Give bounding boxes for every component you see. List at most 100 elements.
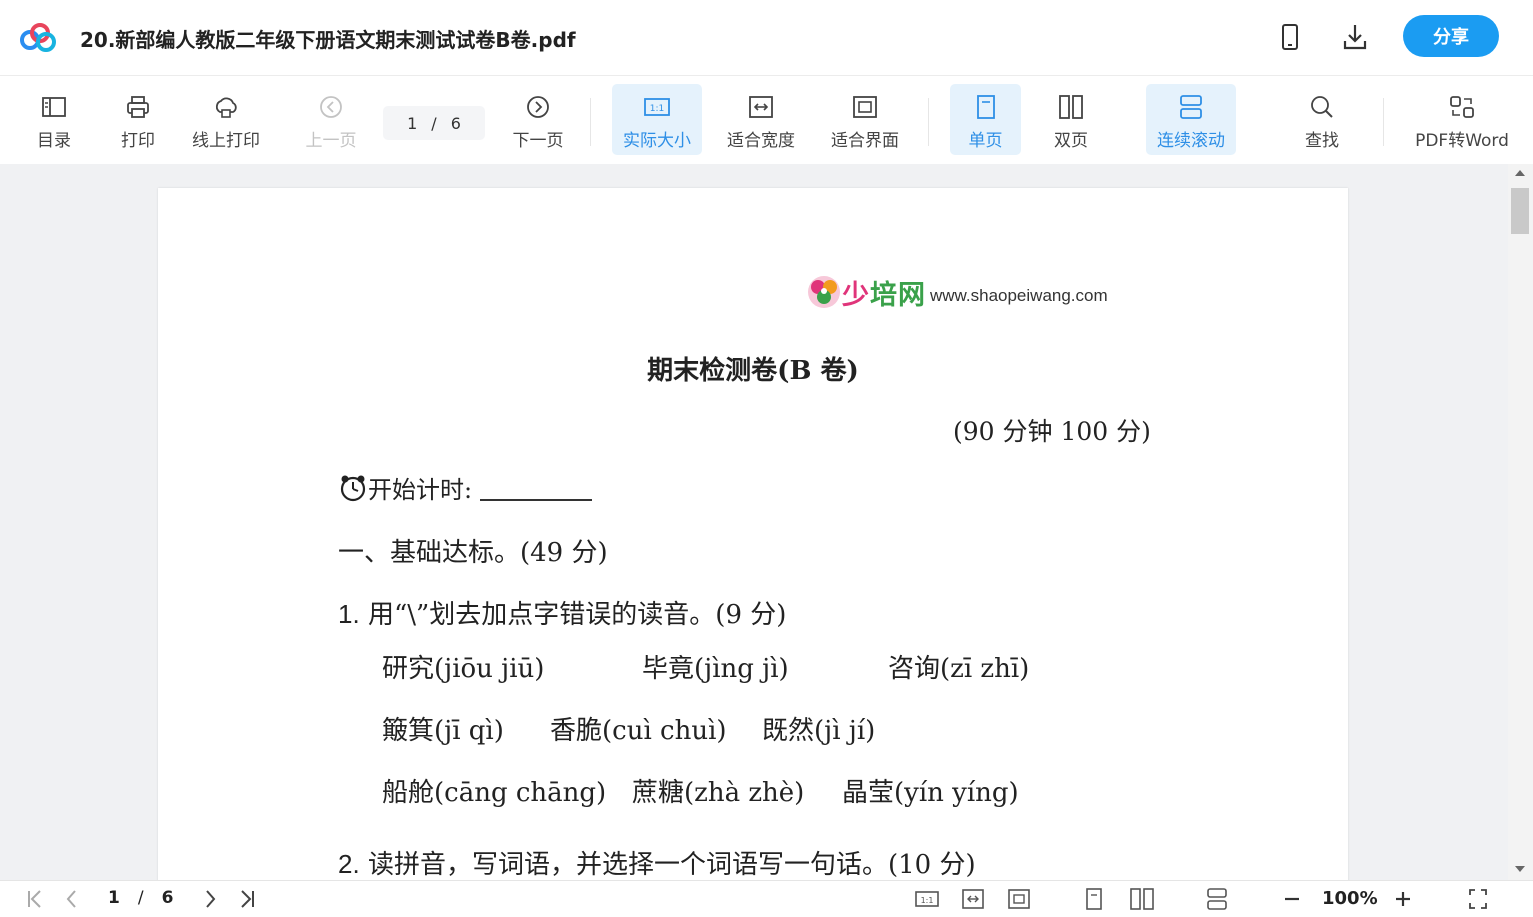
- pinyin-item: 蔗糖(zhà zhè): [632, 778, 805, 808]
- single-page-button[interactable]: 单页: [950, 84, 1021, 155]
- bottom-page-indicator[interactable]: 1 / 6: [108, 888, 173, 908]
- pdf-to-word-label: PDF转Word: [1415, 131, 1509, 151]
- zoom-level: 100%: [1322, 888, 1378, 909]
- page-current: 1: [407, 113, 418, 133]
- toolbar-divider: [1383, 98, 1384, 146]
- brand-url: www.shaopeiwang.com: [930, 286, 1108, 305]
- next-page-icon[interactable]: [200, 887, 220, 911]
- document-title: 20.新部编人教版二年级下册语文期末测试试卷B卷.pdf: [80, 28, 576, 52]
- exam-title: 期末检测卷(B 卷): [647, 356, 859, 386]
- pinyin-item: 毕竟(jìng jì): [642, 654, 789, 684]
- pdf-page: 少培网 www.shaopeiwang.com 期末检测卷(B 卷) (90 分…: [158, 188, 1348, 880]
- download-icon[interactable]: [1341, 22, 1369, 52]
- fit-width-button[interactable]: 适合宽度: [718, 84, 804, 155]
- continuous-scroll-icon: [1180, 95, 1202, 119]
- prev-page-button[interactable]: 上一页: [298, 84, 364, 155]
- scroll-down-icon[interactable]: [1515, 866, 1525, 872]
- printer-icon: [127, 96, 149, 118]
- continuous-scroll-button[interactable]: 连续滚动: [1146, 84, 1236, 155]
- actual-size-icon[interactable]: 1:1: [914, 887, 940, 911]
- page-number-input[interactable]: 1 / 6: [383, 106, 485, 140]
- last-page-icon[interactable]: [236, 887, 258, 911]
- search-icon: [1311, 96, 1333, 118]
- question-2: 2. 读拼音，写词语，并选择一个词语写一句话。(10 分): [338, 844, 976, 880]
- fit-page-label: 适合界面: [831, 131, 899, 151]
- chevron-left-circle-icon: [320, 96, 342, 118]
- timer-row: 开始计时:: [338, 470, 593, 505]
- bottom-page-separator: /: [137, 888, 144, 908]
- page-separator: /: [431, 113, 437, 133]
- share-button[interactable]: 分享: [1403, 15, 1499, 57]
- bottom-bar: 1 / 6 1:1 100%: [0, 880, 1533, 917]
- double-page-label: 双页: [1054, 131, 1088, 151]
- scrollbar-thumb[interactable]: [1511, 188, 1529, 234]
- brand-name: 少培网: [842, 273, 926, 312]
- continuous-scroll-label: 连续滚动: [1157, 131, 1225, 151]
- pinyin-item: 既然(jì jí): [762, 716, 876, 746]
- fit-width-label: 适合宽度: [727, 131, 795, 151]
- next-page-button[interactable]: 下一页: [505, 84, 571, 155]
- online-print-button[interactable]: 线上打印: [186, 84, 266, 155]
- question-text: 用“\”划去加点字错误的读音。(9 分): [359, 600, 787, 630]
- brand-name-part: 培网: [870, 279, 926, 311]
- fit-width-icon: [749, 96, 773, 118]
- svg-text:1:1: 1:1: [650, 104, 664, 114]
- prev-page-label: 上一页: [305, 131, 357, 151]
- toc-button[interactable]: 目录: [28, 84, 80, 155]
- actual-size-button[interactable]: 1:1 实际大小: [612, 84, 702, 155]
- actual-size-label: 实际大小: [623, 131, 691, 151]
- fullscreen-icon[interactable]: [1467, 887, 1489, 911]
- convert-icon: [1450, 96, 1474, 118]
- find-button[interactable]: 查找: [1292, 84, 1352, 155]
- find-label: 查找: [1305, 131, 1339, 151]
- toolbar-divider: [590, 98, 591, 146]
- question-number: 2.: [338, 849, 360, 879]
- single-page-label: 单页: [968, 131, 1003, 151]
- continuous-scroll-icon[interactable]: [1205, 887, 1229, 911]
- baidu-netdisk-logo-icon: [20, 23, 56, 52]
- question-text: 读拼音，写词语，并选择一个词语写一句话。(10 分): [359, 850, 976, 880]
- bottom-page-current: 1: [108, 888, 120, 908]
- brand-logo: 少培网 www.shaopeiwang.com: [806, 272, 1108, 312]
- double-page-button[interactable]: 双页: [1038, 84, 1104, 155]
- title-bar: 20.新部编人教版二年级下册语文期末测试试卷B卷.pdf 分享: [0, 0, 1533, 76]
- brand-name-part: 少: [842, 279, 870, 311]
- zoom-in-icon[interactable]: [1393, 887, 1413, 911]
- online-print-label: 线上打印: [192, 131, 260, 151]
- pinyin-item: 香脆(cuì chuì): [550, 716, 727, 746]
- toolbar-divider: [928, 98, 929, 146]
- pinyin-item: 船舱(cāng chāng): [382, 778, 607, 808]
- mobile-phone-icon[interactable]: [1276, 22, 1304, 52]
- chevron-right-circle-icon: [527, 96, 549, 118]
- document-viewer[interactable]: 少培网 www.shaopeiwang.com 期末检测卷(B 卷) (90 分…: [0, 164, 1533, 880]
- single-page-icon[interactable]: [1083, 887, 1105, 911]
- zoom-out-icon[interactable]: [1282, 887, 1302, 911]
- single-page-icon: [976, 95, 995, 119]
- fit-page-icon: [853, 96, 877, 118]
- timer-blank: [480, 475, 593, 501]
- cloud-print-icon: [215, 97, 237, 118]
- svg-text:1:1: 1:1: [921, 896, 934, 905]
- scroll-up-icon[interactable]: [1515, 170, 1525, 176]
- vertical-scrollbar[interactable]: [1508, 164, 1533, 880]
- page-total: 6: [450, 113, 461, 133]
- toc-label: 目录: [37, 131, 71, 151]
- question-1: 1. 用“\”划去加点字错误的读音。(9 分): [338, 594, 786, 631]
- pinyin-item: 晶莹(yín yíng): [842, 778, 1019, 808]
- fit-width-icon[interactable]: [961, 887, 985, 911]
- double-page-icon[interactable]: [1129, 887, 1155, 911]
- prev-page-icon[interactable]: [62, 887, 82, 911]
- print-label: 打印: [121, 131, 155, 151]
- pinyin-item: 咨询(zī zhī): [888, 654, 1030, 684]
- first-page-icon[interactable]: [24, 887, 46, 911]
- actual-size-icon: 1:1: [644, 98, 670, 116]
- fit-page-icon[interactable]: [1007, 887, 1031, 911]
- timer-label: 开始计时:: [368, 476, 473, 504]
- sidebar-icon: [42, 97, 66, 117]
- pdf-to-word-button[interactable]: PDF转Word: [1408, 84, 1516, 155]
- next-page-label: 下一页: [512, 131, 564, 151]
- bottom-page-total: 6: [161, 888, 174, 908]
- section-heading: 一、基础达标。(49 分): [338, 538, 608, 568]
- print-button[interactable]: 打印: [112, 84, 164, 155]
- fit-page-button[interactable]: 适合界面: [822, 84, 908, 155]
